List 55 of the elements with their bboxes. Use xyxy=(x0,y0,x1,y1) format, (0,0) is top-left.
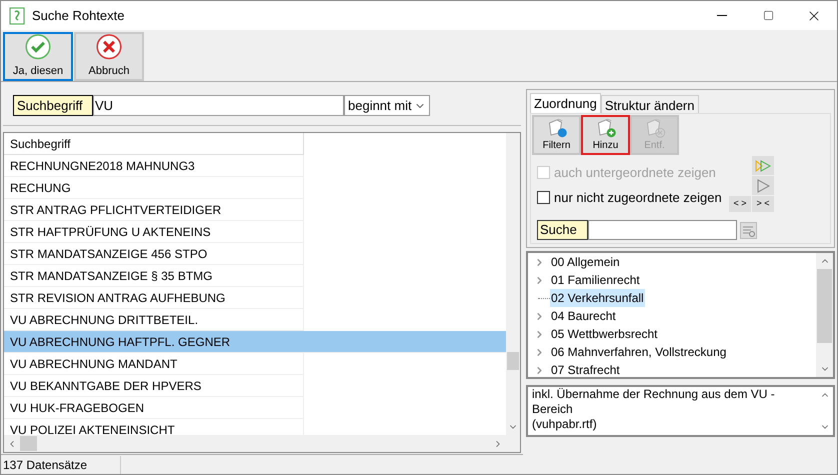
table-row[interactable]: STR ANTRAG PFLICHTVERTEIDIGER xyxy=(4,199,304,221)
table-row[interactable]: STR REVISION ANTRAG AUFHEBUNG xyxy=(4,287,304,309)
search-field[interactable]: VU xyxy=(93,95,344,116)
tab[interactable]: Struktur ändern xyxy=(600,95,698,113)
mode-dropdown[interactable]: beginnt mit xyxy=(344,95,430,116)
table-row[interactable]: STR MANDATSANZEIGE § 35 BTMG xyxy=(4,265,304,287)
play-forward-icon xyxy=(755,160,771,172)
table-row[interactable]: RECHUNG xyxy=(4,177,304,199)
tree-item[interactable]: 05 Wettbwerbsrecht xyxy=(550,325,658,343)
checkbox[interactable] xyxy=(537,190,550,204)
minimize-icon xyxy=(717,15,727,16)
window-title: Suche Rohtexte xyxy=(32,6,125,25)
maximize-icon xyxy=(762,10,774,21)
tree-scrollbar[interactable] xyxy=(816,253,833,377)
tree-item[interactable]: 04 Baurecht xyxy=(550,307,617,325)
checkbox-label: auch untergeordnete zeigen xyxy=(554,164,716,182)
scrollbar-thumb[interactable] xyxy=(507,352,519,370)
table-row[interactable]: STR HAFTPRÜFUNG U AKTENEINS xyxy=(4,221,304,243)
tree-item[interactable]: 02 Verkehrsunfall xyxy=(550,289,645,307)
tree-item[interactable]: 01 Familienrecht xyxy=(550,271,641,289)
status-text: 137 Datensätze xyxy=(1,456,121,474)
add-button[interactable]: Hinzu xyxy=(581,115,630,155)
table-row[interactable]: STR MANDATSANZEIGE 456 STPO xyxy=(4,243,304,265)
checkbox-label: nur nicht zugeordnete zeigen xyxy=(554,188,722,207)
cancel-button[interactable]: Abbruch xyxy=(74,32,144,81)
filter-button[interactable]: Filtern xyxy=(532,115,581,155)
tree-item[interactable]: 06 Mahnverfahren, Vollstreckung xyxy=(550,343,728,361)
table-row[interactable]: VU ABRECHNUNG MANDANT xyxy=(4,353,304,375)
tree-search-field[interactable] xyxy=(588,220,737,240)
confirm-button[interactable]: Ja, diesen xyxy=(3,32,73,81)
horizontal-scrollbar[interactable] xyxy=(4,435,520,452)
search-label: Suchbegriff xyxy=(13,95,93,116)
tree-search-label: Suche xyxy=(537,220,588,240)
vertical-scrollbar[interactable] xyxy=(506,133,520,435)
table-row[interactable]: RECHNUNGNE2018 MAHNUNG3 xyxy=(4,155,304,177)
table-row[interactable]: VU HUK-FRAGEBOGEN xyxy=(4,397,304,419)
play-icon xyxy=(756,178,770,192)
expand-collapse-button[interactable]: > < xyxy=(752,196,774,212)
table-row[interactable]: VU ABRECHNUNG HAFTPFL. GEGNER xyxy=(4,331,506,353)
play-all-button[interactable] xyxy=(752,156,774,175)
scrollbar-thumb[interactable] xyxy=(817,269,832,343)
tree-item[interactable]: 00 Allgemein xyxy=(550,253,621,271)
search-list-icon xyxy=(740,222,757,238)
close-icon xyxy=(96,34,122,60)
expand-collapse-button[interactable]: < > xyxy=(729,196,751,212)
description-text: (vuhpabr.rtf) xyxy=(532,417,598,432)
app-icon xyxy=(9,6,25,24)
column-header[interactable]: Suchbegriff xyxy=(4,133,304,155)
table-row[interactable]: VU BEKANNTGABE DER HPVERS xyxy=(4,375,304,397)
play-button[interactable] xyxy=(752,176,774,195)
description-text: inkl. Übernahme der Rechnung aus dem VU - Bereich xyxy=(532,387,776,417)
tab[interactable]: Zuordnung xyxy=(530,93,601,113)
scrollbar-thumb[interactable] xyxy=(20,436,37,451)
check-icon xyxy=(25,34,51,60)
tree-item[interactable]: 07 Strafrecht xyxy=(550,361,621,377)
